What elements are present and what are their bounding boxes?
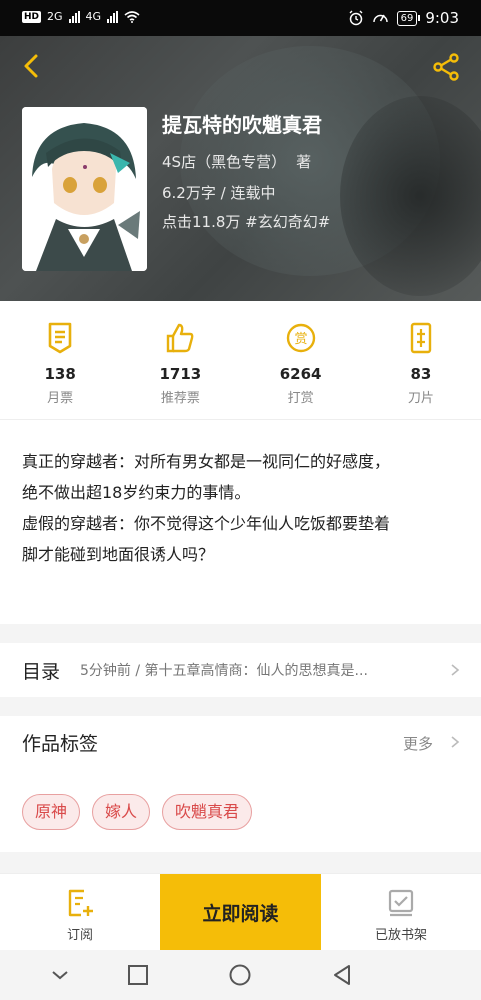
author-name[interactable]: 4S店（黑色专营） [162,153,286,171]
bottom-action-bar: 订阅 立即阅读 已放书架 [0,873,481,951]
chevron-right-icon [451,664,460,676]
subscribe-button[interactable]: 订阅 [0,874,160,951]
status-bar: HD 2G 4G 69 9:03 [0,0,481,36]
stat-value: 138 [44,365,76,383]
stat-value: 83 [410,365,432,383]
back-triangle-icon[interactable] [330,963,354,987]
stat-monthly-ticket[interactable]: 138 月票 [0,301,120,419]
sim2-label: 4G [85,10,102,23]
toc-title: 目录 [22,660,61,683]
book-cover-image [22,107,147,271]
signal-icon [68,10,80,23]
clicks-genre: 点击11.8万 #玄幻奇幻# [162,213,331,231]
tag-chip[interactable]: 原神 [22,794,81,830]
author-suffix: 著 [296,153,312,171]
stat-reward[interactable]: 赏 6264 打赏 [241,301,361,419]
tag-chip[interactable]: 嫁人 [92,794,151,830]
section-gap [0,624,481,643]
bookshelf-label: 已放书架 [374,928,427,943]
bookshelf-button[interactable]: 已放书架 [321,874,481,951]
book-description[interactable]: 真正的穿越者：对所有男女都是一视同仁的好感度， 绝不做出超18岁约束力的事情。 … [22,446,462,570]
monthly-ticket-icon [48,322,72,354]
description-line: 真正的穿越者：对所有男女都是一视同仁的好感度， [22,452,391,471]
chevron-down-icon[interactable] [48,963,72,987]
share-icon[interactable] [431,52,461,82]
stat-value: 6264 [279,365,322,383]
stat-value: 1713 [159,365,202,383]
tags-title: 作品标签 [22,733,99,755]
clock: 9:03 [425,9,459,27]
word-count-status: 6.2万字 / 连载中 [162,184,276,202]
signal-icon [107,10,119,23]
description-line: 绝不做出超18岁约束力的事情。 [22,483,251,502]
read-now-button[interactable]: 立即阅读 [160,874,321,951]
sim1-label: 2G [47,10,63,23]
thumbs-up-icon [167,323,194,353]
book-author: 4S店（黑色专营） 著 [162,151,311,172]
back-arrow-icon[interactable] [18,52,46,80]
system-nav-bar [0,950,481,1000]
description-line: 虚假的穿越者：你不觉得这个少年仙人吃饭都要垫着 [22,514,391,533]
stat-label: 打赏 [287,391,314,406]
stat-label: 推荐票 [160,391,200,406]
tag-list: 原神 嫁人 吹魈真君 [22,794,253,830]
stat-blade[interactable]: 83 刀片 [361,301,481,419]
tag-chip[interactable]: 吹魈真君 [162,794,253,830]
bookshelf-check-icon [388,889,414,917]
reward-coin-icon: 赏 [286,323,315,353]
stats-row: 138 月票 1713 推荐票 赏 6264 打赏 83 刀片 [0,301,481,419]
description-line: 脚才能碰到地面很诱人吗？ [22,545,215,564]
svg-text:赏: 赏 [294,332,307,347]
speedometer-icon [372,14,388,23]
stat-label: 月票 [47,391,74,406]
book-title: 提瓦特的吹魈真君 [162,113,322,137]
subscribe-icon [68,889,93,917]
book-header: 提瓦特的吹魈真君 4S店（黑色专营） 著 6.2万字 / 连载中 点击11.8万 … [0,36,481,301]
section-gap [0,697,481,716]
tags-header: 作品标签 更多 [0,716,481,768]
stat-recommend[interactable]: 1713 推荐票 [120,301,240,419]
tags-more-link[interactable]: 更多 [403,733,433,754]
section-gap [0,852,481,873]
recent-apps-icon[interactable] [126,963,150,987]
stat-label: 刀片 [407,391,434,406]
latest-chapter: 5分钟前 / 第十五章高情商：仙人的思想真是... [80,663,368,679]
divider [0,419,481,420]
blade-icon [410,322,432,354]
hd-indicator: HD [22,10,42,23]
home-icon[interactable] [228,963,252,987]
battery-icon: 69 [396,10,421,26]
wifi-icon [124,10,140,23]
alarm-icon [349,10,363,26]
chevron-right-icon[interactable] [449,736,461,748]
table-of-contents-row[interactable]: 目录 5分钟前 / 第十五章高情商：仙人的思想真是... [0,643,481,697]
subscribe-label: 订阅 [66,928,93,943]
